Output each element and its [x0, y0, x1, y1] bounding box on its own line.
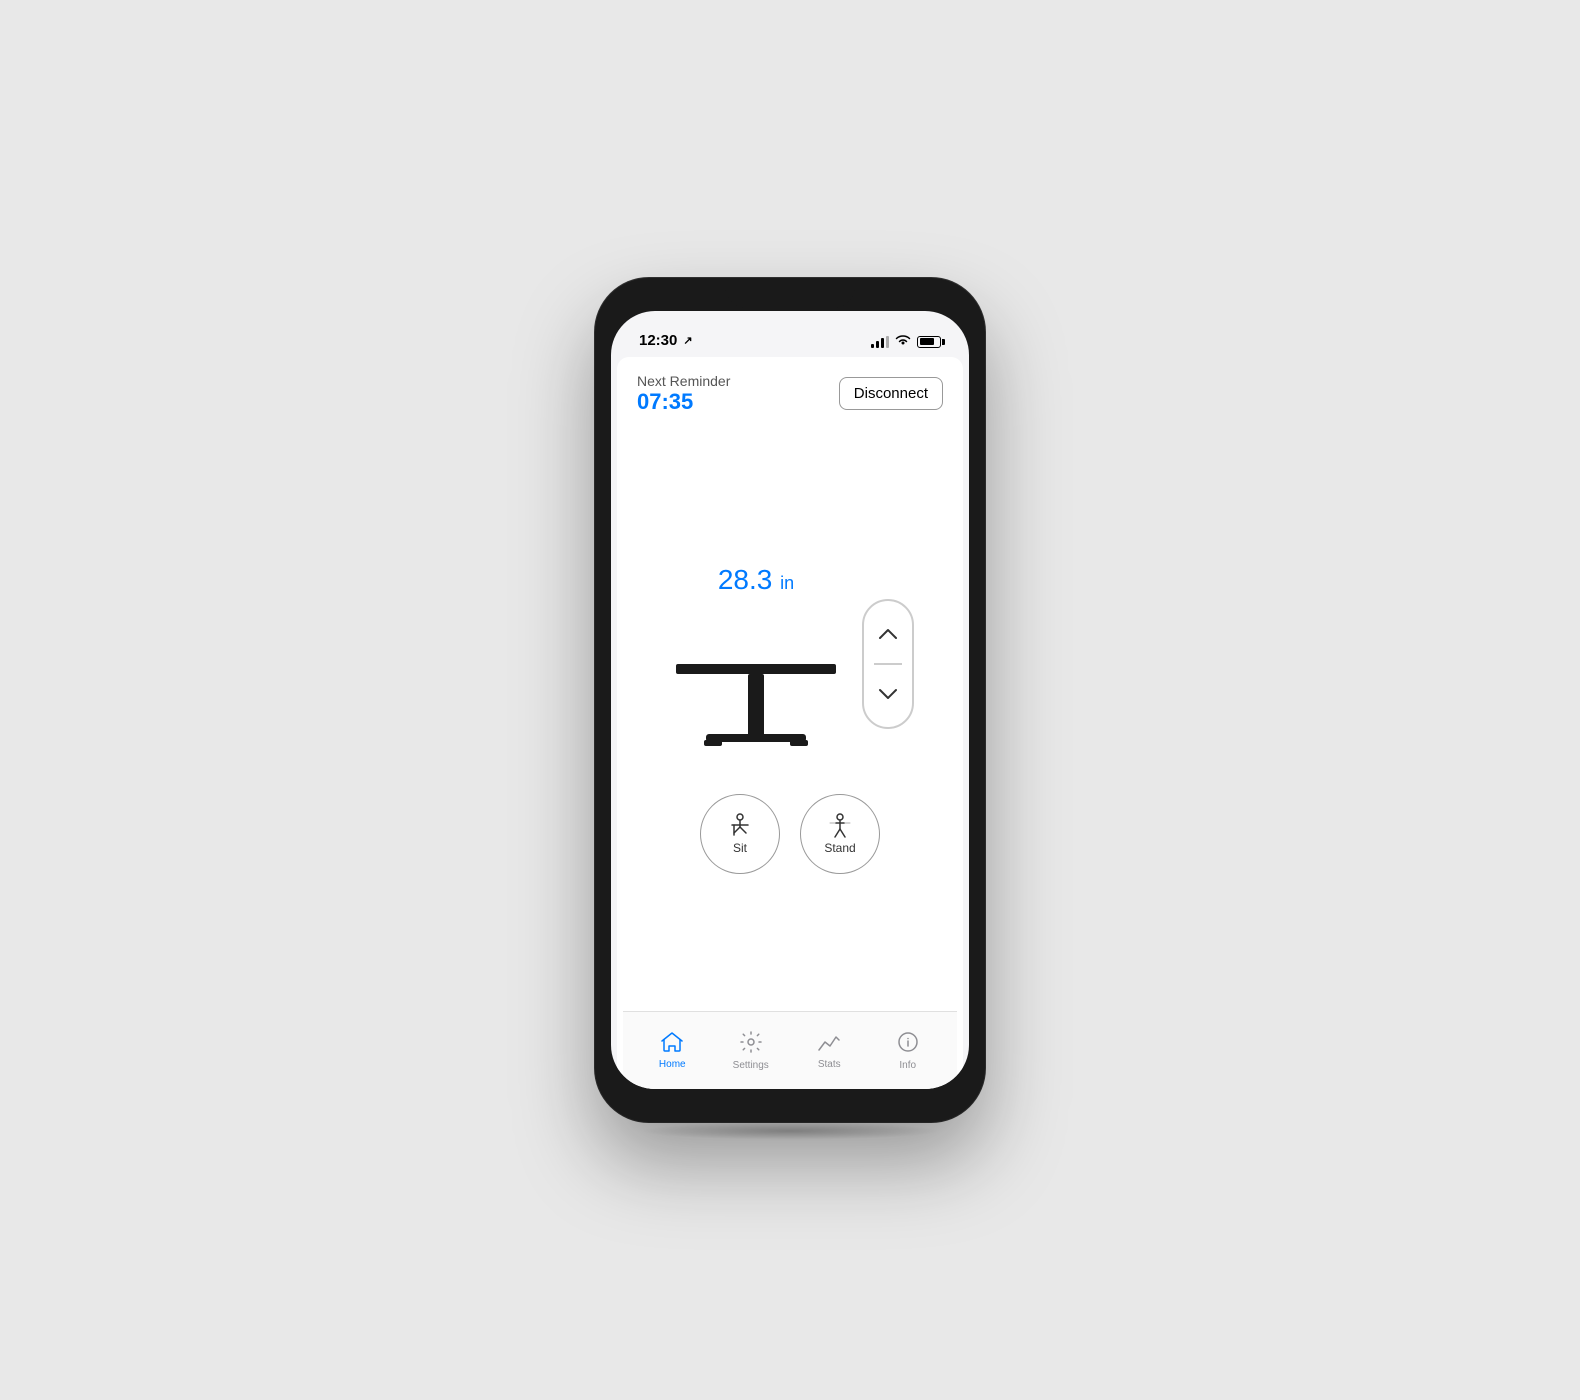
height-value: 28.3	[718, 564, 773, 595]
notch	[725, 278, 855, 308]
height-controller	[862, 599, 914, 729]
height-unit: in	[780, 573, 794, 593]
tab-info[interactable]: Info	[869, 1031, 948, 1071]
location-arrow-icon: ↗	[683, 334, 692, 347]
tab-settings-label: Settings	[733, 1060, 769, 1071]
increase-height-button[interactable]	[870, 616, 906, 652]
tab-stats-label: Stats	[818, 1059, 841, 1070]
tab-stats[interactable]: Stats	[790, 1032, 869, 1070]
stats-icon	[818, 1032, 840, 1056]
desk-illustration	[666, 604, 846, 764]
sit-icon	[726, 813, 754, 839]
desk-section: 28.3 in	[666, 564, 914, 764]
status-icons	[871, 334, 941, 349]
header: Next Reminder 07:35 Disconnect	[617, 357, 963, 427]
phone-screen: 12:30 ↗	[611, 311, 969, 1089]
main-area: 28.3 in	[617, 427, 963, 1011]
sit-button[interactable]: Sit	[700, 794, 780, 874]
home-icon	[661, 1032, 683, 1056]
controller-divider	[874, 663, 902, 665]
reminder-label: Next Reminder	[637, 373, 730, 389]
stand-icon	[826, 813, 854, 839]
tab-home[interactable]: Home	[633, 1032, 712, 1070]
tab-info-label: Info	[899, 1060, 916, 1071]
sit-stand-row: Sit Stand	[700, 794, 880, 874]
stand-label: Stand	[824, 841, 855, 855]
tab-home-label: Home	[659, 1059, 686, 1070]
signal-icon	[871, 336, 889, 348]
status-time: 12:30 ↗	[639, 332, 693, 349]
phone-frame: 12:30 ↗	[595, 278, 985, 1122]
tab-bar: Home Settings	[623, 1011, 957, 1089]
wifi-icon	[895, 334, 911, 349]
settings-icon	[740, 1031, 762, 1057]
decrease-height-button[interactable]	[870, 676, 906, 712]
info-icon	[897, 1031, 919, 1057]
stand-button[interactable]: Stand	[800, 794, 880, 874]
tab-settings[interactable]: Settings	[712, 1031, 791, 1071]
battery-icon	[917, 336, 941, 348]
reminder-section: Next Reminder 07:35	[637, 373, 730, 415]
time-display: 12:30	[639, 332, 677, 349]
reminder-time: 07:35	[637, 389, 730, 415]
app-content: Next Reminder 07:35 Disconnect 28.3 in	[617, 357, 963, 1089]
desk-visual: 28.3 in	[666, 564, 846, 764]
sit-label: Sit	[733, 841, 747, 855]
height-display: 28.3 in	[718, 564, 794, 596]
disconnect-button[interactable]: Disconnect	[839, 377, 943, 410]
status-bar: 12:30 ↗	[611, 311, 969, 355]
